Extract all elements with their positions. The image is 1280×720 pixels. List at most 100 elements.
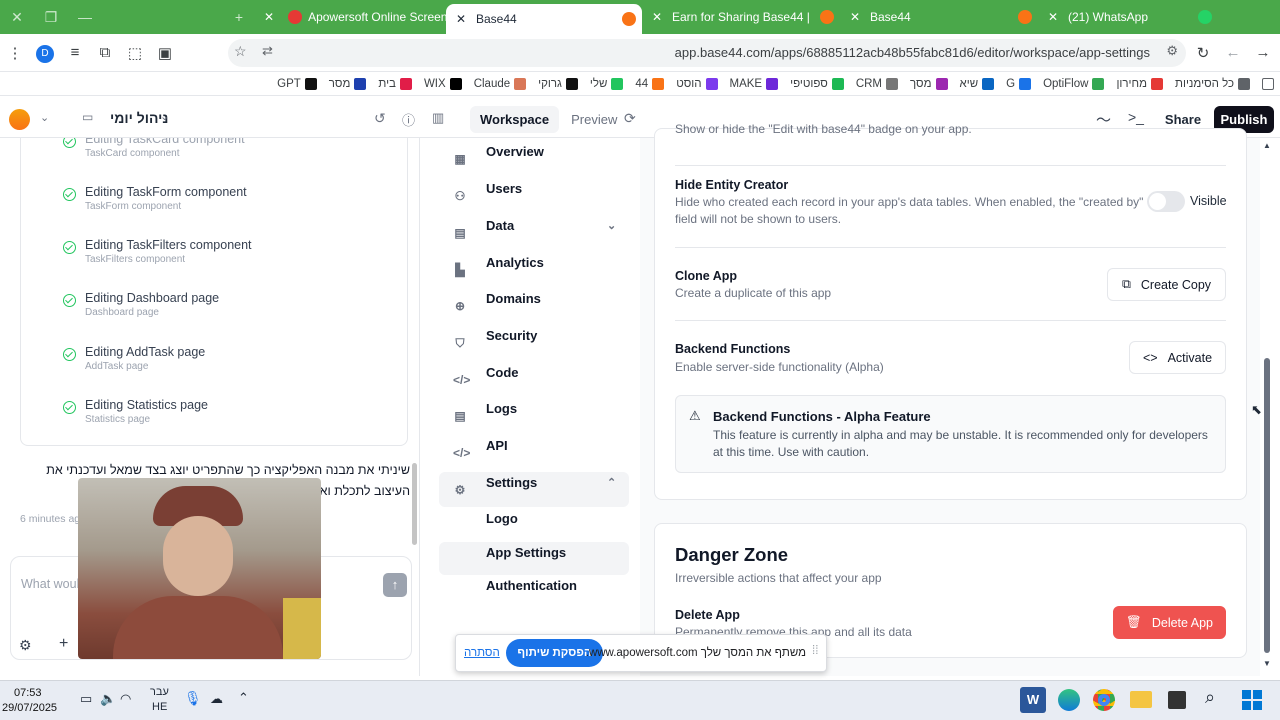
file-icon: ▤ <box>454 409 466 423</box>
reload-icon[interactable]: ↻ <box>1188 44 1218 62</box>
refresh-icon[interactable]: ⟳ <box>624 110 636 127</box>
input-lang-code[interactable]: HE <box>152 701 167 713</box>
tab-whatsapp[interactable]: ✕ (21) WhatsApp <box>1038 0 1218 34</box>
create-copy-label: Create Copy <box>1140 277 1212 292</box>
add-plus-icon[interactable]: + <box>59 635 68 653</box>
clock-date[interactable]: 29/07/2025 <box>2 702 57 714</box>
bookmark-item[interactable]: בית <box>372 77 418 90</box>
close-tab-icon[interactable]: ✕ <box>264 10 274 24</box>
chrome-icon[interactable] <box>1093 689 1115 711</box>
close-tab-icon[interactable]: ✕ <box>650 10 664 24</box>
bookmark-item[interactable]: גרוקי <box>532 77 584 90</box>
settings-gear-icon[interactable]: ⚙ <box>19 637 32 654</box>
new-tab-icon[interactable]: + <box>222 9 256 25</box>
extensions-icon[interactable]: ⬚ <box>120 44 150 62</box>
task-sub: TaskFilters component <box>85 254 186 265</box>
windows-start-icon[interactable] <box>1242 690 1262 710</box>
wifi-icon[interactable]: ◠ <box>120 691 131 707</box>
forward-icon[interactable]: ← <box>1218 44 1248 61</box>
bookmark-item[interactable]: שיא <box>954 77 1001 90</box>
cloud-icon[interactable]: ☁ <box>210 691 223 707</box>
bookmark-item[interactable]: הוסט <box>670 77 723 90</box>
hide-entity-title: Hide Entity Creator <box>675 178 789 192</box>
main-scrollbar[interactable]: ▲ ▼ <box>1263 141 1271 671</box>
restore-window-icon[interactable]: ❐ <box>34 9 68 26</box>
microphone-icon[interactable]: 🎙 <box>184 690 202 707</box>
translate-icon[interactable]: ⇄ <box>262 43 273 59</box>
bookmark-item[interactable]: מסר <box>323 77 373 90</box>
chevron-down-icon[interactable]: ⌄ <box>40 111 49 124</box>
bookmark-label: מסר <box>328 77 351 90</box>
back-icon[interactable]: → <box>1248 44 1278 61</box>
bookmark-item[interactable]: 44 <box>629 77 670 90</box>
bookmark-item[interactable]: GPT <box>271 77 323 90</box>
bookmark-item[interactable]: Claude <box>468 77 532 90</box>
tab-workspace[interactable]: Workspace <box>470 106 560 133</box>
activate-button[interactable]: <> Activate <box>1129 341 1226 374</box>
bookmark-item[interactable]: ספוטיפי <box>784 77 850 90</box>
bookmark-item[interactable]: כל הסימניות <box>1169 77 1256 90</box>
menu-dots-icon[interactable]: ⋮ <box>0 44 30 62</box>
speaker-muted-icon[interactable]: 🔈 <box>100 691 116 707</box>
tab-earn-sharing[interactable]: ✕ Earn for Sharing Base44 | Base4 <box>642 0 840 34</box>
site-settings-icon[interactable]: ⚙ <box>1166 43 1178 59</box>
tab-base44[interactable]: ✕ Base44 <box>840 0 1038 34</box>
clock-time[interactable]: 07:53 <box>14 687 42 699</box>
file-explorer-icon[interactable] <box>1130 691 1152 708</box>
bookmark-item[interactable]: מחירון <box>1110 77 1169 90</box>
code-icon: </> <box>453 446 471 460</box>
close-tab-icon[interactable]: ✕ <box>454 12 468 26</box>
divider <box>675 165 1226 166</box>
bookmark-label: הוסט <box>676 77 702 90</box>
screenshot-icon[interactable]: ⧉ <box>90 44 120 61</box>
delete-app-button[interactable]: 🗑 Delete App <box>1113 606 1226 639</box>
media-icon[interactable]: ≡ <box>60 44 90 61</box>
tab-preview[interactable]: Preview <box>561 106 627 133</box>
bookmark-item[interactable]: CRM <box>850 77 904 90</box>
bookmark-label: OptiFlow <box>1043 77 1089 90</box>
create-copy-button[interactable]: ⧉ Create Copy <box>1107 268 1226 301</box>
input-lang[interactable]: עבר <box>150 686 169 698</box>
nav-label: Data <box>486 217 515 233</box>
battery-icon[interactable]: ▭ <box>80 691 92 707</box>
tab-base44-active[interactable]: ✕ Base44 <box>446 4 642 34</box>
bookmark-item[interactable]: שלי <box>584 77 629 90</box>
visible-toggle[interactable] <box>1147 191 1185 212</box>
bookmark-label: מסך <box>910 77 932 90</box>
edge-icon[interactable] <box>1058 689 1080 711</box>
bookmark-apps-icon[interactable] <box>1256 77 1280 90</box>
app-menu-chevron-icon[interactable]: ⌄ <box>160 110 169 123</box>
chevron-up-icon[interactable]: ⌃ <box>238 690 249 706</box>
task-title: Editing TaskCard component <box>85 138 245 146</box>
history-icon[interactable]: ↺ <box>374 110 386 127</box>
close-tab-icon[interactable]: ✕ <box>1046 10 1060 24</box>
extension-badge-icon[interactable]: ▣ <box>150 44 180 62</box>
bookmark-star-icon[interactable]: ☆ <box>234 43 247 60</box>
hide-share-link[interactable]: הסתרה <box>464 647 500 659</box>
bookmark-item[interactable]: מסך <box>904 77 953 90</box>
bookmark-item[interactable]: G <box>1000 77 1037 90</box>
base44-logo[interactable] <box>9 109 30 130</box>
minimize-window-icon[interactable]: — <box>68 9 102 25</box>
tab-apowersoft[interactable]: ✕ Apowersoft Online Screen R <box>256 0 446 34</box>
close-tab-icon[interactable]: ✕ <box>848 10 862 24</box>
bookmark-favicon-icon <box>1238 77 1250 90</box>
close-window-icon[interactable]: ✕ <box>0 9 34 26</box>
search-icon[interactable]: ⌕ <box>1205 687 1215 708</box>
chat-scrollbar[interactable] <box>412 463 417 545</box>
profile-avatar[interactable]: D <box>30 43 60 63</box>
users-icon: ⚇ <box>454 189 466 203</box>
drag-handle-icon[interactable]: ⁞⁞ <box>812 645 818 657</box>
backend-desc: Enable server-side functionality (Alpha) <box>675 360 884 374</box>
bookmark-item[interactable]: OptiFlow <box>1037 77 1110 90</box>
bookmark-label: GPT <box>277 77 301 90</box>
send-arrow-icon[interactable]: ↑ <box>383 573 407 597</box>
app-icon[interactable] <box>1168 691 1186 709</box>
bookmark-item[interactable]: WIX <box>418 77 468 90</box>
word-icon[interactable]: W <box>1020 687 1046 713</box>
bookmark-item[interactable]: MAKE <box>724 77 785 90</box>
help-icon[interactable]: ⓘ <box>402 110 415 129</box>
sidebar-toggle-icon[interactable]: ▥ <box>432 110 444 126</box>
divider <box>675 247 1226 248</box>
address-bar[interactable]: ☆ ⇄ app.base44.com/apps/68885112acb48b55… <box>228 39 1186 67</box>
